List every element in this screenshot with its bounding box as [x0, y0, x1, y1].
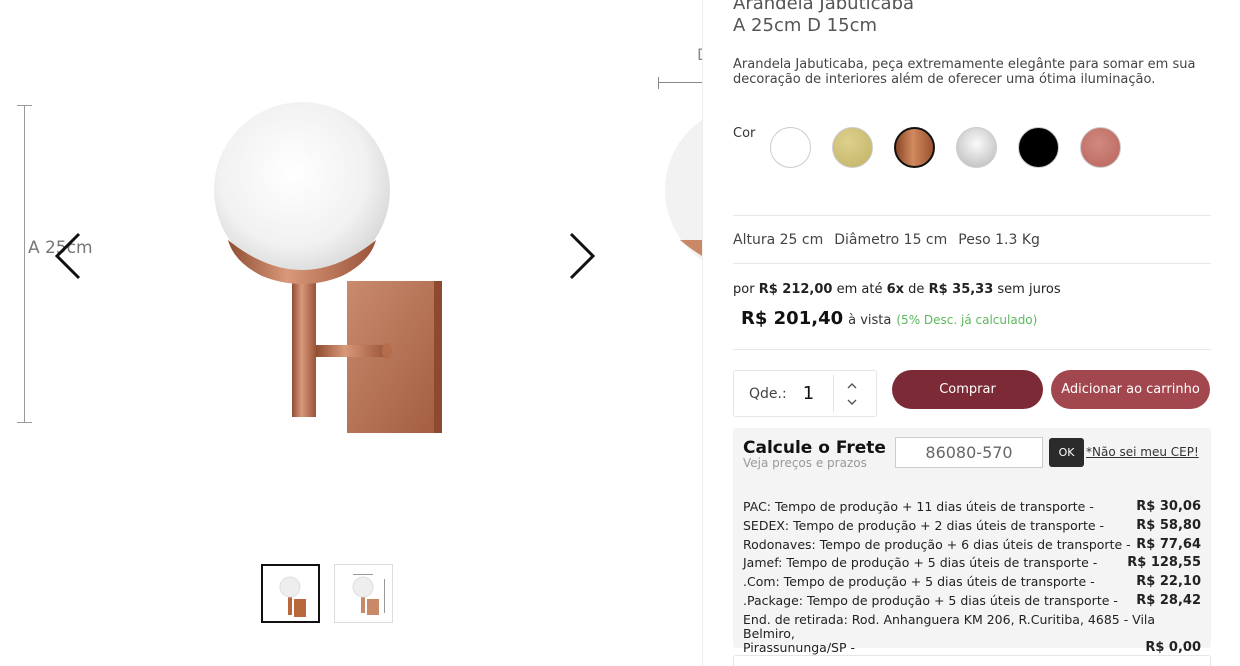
price-of: de: [908, 282, 925, 297]
product-details-panel: Arandela Jabuticaba A 25cm D 15cm Arande…: [702, 0, 1240, 666]
quantity-increase-button[interactable]: [846, 380, 858, 392]
thumbnail-lamp-icon: [279, 576, 306, 617]
price-suffix: sem juros: [997, 282, 1061, 297]
discount-note: (5% Desc. já calculado): [896, 313, 1038, 327]
freight-calculator: Calcule o Frete Veja preços e prazos 860…: [733, 428, 1211, 654]
lamp-illustration: [214, 102, 442, 433]
next-product-image-preview: D: [640, 0, 702, 520]
shipping-option-name: PAC: Tempo de produção + 11 dias úteis d…: [743, 499, 1094, 514]
swatch-copper[interactable]: [894, 127, 935, 168]
shipping-option-price: R$ 30,06: [1136, 499, 1201, 514]
buy-button[interactable]: Comprar: [892, 370, 1043, 409]
next-section-box: [733, 655, 1211, 666]
spec-diameter: Diâmetro 15 cm: [834, 232, 948, 248]
swatch-white[interactable]: [770, 127, 811, 168]
price-prefix: por: [733, 282, 755, 297]
freight-title: Calcule o Frete: [743, 438, 886, 458]
installment-price-line: por R$ 212,00 em até 6x de R$ 35,33 sem …: [733, 282, 1061, 297]
quantity-arrows: [846, 380, 858, 408]
product-gallery: A 25cm: [0, 0, 702, 666]
full-price: R$ 212,00: [758, 282, 833, 297]
quantity-decrease-button[interactable]: [846, 396, 858, 408]
shipping-option-price: R$ 58,80: [1136, 517, 1201, 533]
product-dimensions-subtitle: A 25cm D 15cm: [733, 15, 878, 36]
shipping-option-name: Rodonaves: Tempo de produção + 6 dias út…: [743, 536, 1131, 552]
quantity-stepper: Qde.: 1: [733, 370, 877, 417]
spec-weight: Peso 1.3 Kg: [958, 232, 1040, 248]
product-specs: Altura 25 cm Diâmetro 15 cm Peso 1.3 Kg: [733, 232, 1040, 248]
pickup-address-line1: End. de retirada: Rod. Anhanguera KM 206…: [743, 611, 1156, 641]
swatch-gold[interactable]: [832, 127, 873, 168]
cep-ok-button[interactable]: OK: [1049, 438, 1084, 467]
divider: [733, 215, 1211, 216]
product-description: Arandela Jabuticaba, peça extremamente e…: [733, 57, 1196, 87]
color-swatches: [770, 127, 1121, 168]
product-title: Arandela Jabuticaba: [733, 0, 915, 14]
main-product-image: A 25cm: [0, 0, 640, 520]
shipping-option-price: R$ 22,10: [1136, 574, 1201, 590]
freight-subtitle: Veja preços e prazos: [743, 456, 867, 470]
lamp-preview-illustration: D: [658, 45, 702, 261]
installment-value: R$ 35,33: [928, 282, 994, 297]
shipping-option: .Package: Tempo de produção + 5 dias úte…: [743, 592, 1201, 611]
shipping-option-name: .Com: Tempo de produção + 5 dias úteis d…: [743, 574, 1095, 590]
cash-price: R$ 201,40: [741, 308, 844, 329]
shipping-option-price: R$ 28,42: [1136, 592, 1201, 608]
caret-up-icon: [847, 382, 857, 388]
shipping-option-price: R$ 77,64: [1136, 536, 1201, 552]
shipping-option: Jamef: Tempo de produção + 5 dias úteis …: [743, 554, 1201, 573]
previous-image-button[interactable]: [50, 230, 90, 282]
price-mid: em até: [836, 282, 883, 297]
quantity-separator: [832, 375, 834, 412]
shipping-option: .Com: Tempo de produção + 5 dias úteis d…: [743, 573, 1201, 592]
quantity-label: Qde.:: [749, 385, 787, 402]
shipping-option-name: .Package: Tempo de produção + 5 dias úte…: [743, 592, 1118, 608]
add-to-cart-button[interactable]: Adicionar ao carrinho: [1051, 370, 1210, 409]
pickup-price: R$ 0,00: [1145, 639, 1201, 655]
thumbnail-lamp-dimensions-icon: [352, 573, 385, 615]
swatch-rose[interactable]: [1080, 127, 1121, 168]
swatch-chrome[interactable]: [956, 127, 997, 168]
color-label: Cor: [733, 126, 756, 141]
shipping-option-name: Jamef: Tempo de produção + 5 dias úteis …: [743, 555, 1098, 571]
cash-price-line: R$ 201,40 à vista (5% Desc. já calculado…: [741, 308, 1037, 329]
thumbnail-strip: [261, 564, 393, 623]
chevron-right-icon: [569, 232, 596, 280]
shipping-option: SEDEX: Tempo de produção + 2 dias úteis …: [743, 517, 1201, 536]
spec-height: Altura 25 cm: [733, 232, 824, 248]
cep-input[interactable]: 86080-570: [895, 437, 1043, 468]
installment-count: 6x: [886, 282, 905, 297]
caret-down-icon: [847, 399, 857, 405]
shipping-option-name: SEDEX: Tempo de produção + 2 dias úteis …: [743, 517, 1105, 533]
shipping-options: PAC: Tempo de produção + 11 dias úteis d…: [743, 498, 1201, 655]
divider: [733, 349, 1211, 350]
thumbnail-1[interactable]: [261, 564, 320, 623]
shipping-option-price: R$ 128,55: [1127, 555, 1201, 571]
next-image-button[interactable]: [562, 230, 602, 282]
thumbnail-2[interactable]: [334, 564, 393, 623]
cash-label: à vista: [848, 313, 892, 328]
swatch-black[interactable]: [1018, 127, 1059, 168]
pickup-address-line2: Pirassununga/SP -: [743, 639, 856, 655]
shipping-option: Rodonaves: Tempo de produção + 6 dias út…: [743, 536, 1201, 555]
pickup-option: End. de retirada: Rod. Anhanguera KM 206…: [743, 611, 1201, 655]
unknown-cep-link[interactable]: *Não sei meu CEP!: [1086, 445, 1199, 459]
chevron-left-icon: [54, 232, 81, 280]
shipping-option: PAC: Tempo de produção + 11 dias úteis d…: [743, 498, 1201, 517]
divider: [733, 263, 1211, 264]
quantity-input[interactable]: 1: [803, 383, 821, 404]
